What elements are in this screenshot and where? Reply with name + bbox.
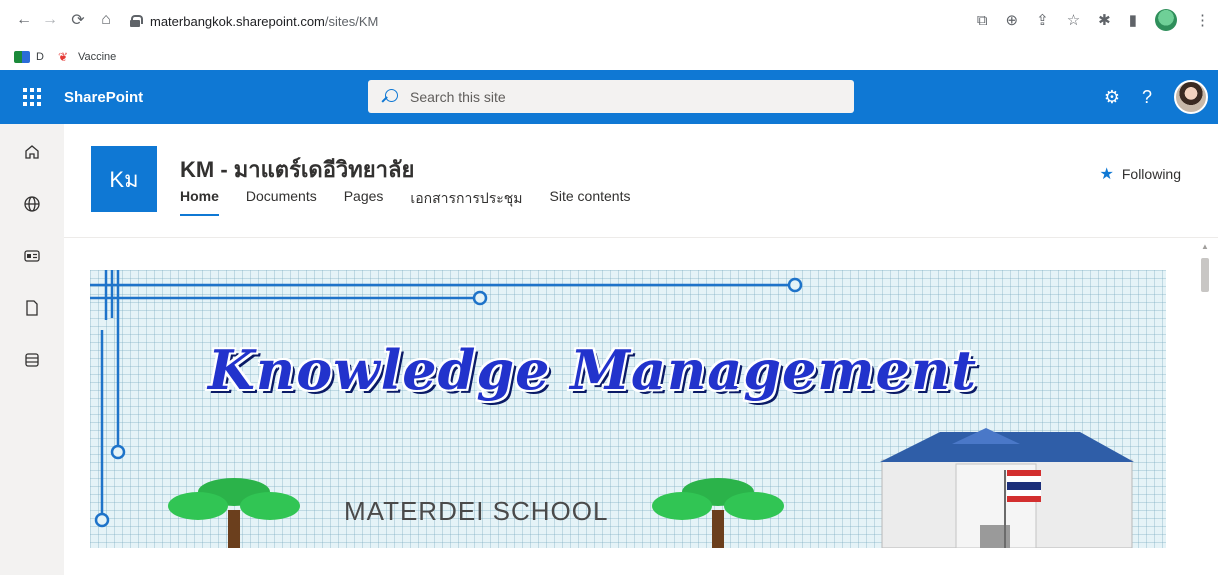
- extensions-icon[interactable]: ✱: [1098, 11, 1111, 29]
- school-building: [880, 428, 1134, 548]
- home-browser-icon[interactable]: ⌂: [94, 8, 118, 32]
- bookmark-vaccine[interactable]: ❦ Vaccine: [58, 51, 116, 63]
- search-placeholder: Search this site: [410, 88, 506, 105]
- url-text: materbangkok.sharepoint.com/sites/KM: [150, 13, 379, 29]
- site-logo[interactable]: Kม: [91, 146, 157, 212]
- address-bar[interactable]: materbangkok.sharepoint.com/sites/KM: [130, 9, 960, 33]
- suite-bar: SharePoint Search this site ⚙ ?: [0, 70, 1218, 124]
- globe-icon[interactable]: [16, 190, 48, 218]
- list-icon[interactable]: [16, 346, 48, 374]
- side-panel-icon[interactable]: ▮: [1129, 11, 1137, 29]
- browser-toolbar: ← → ⟳ ⌂ materbangkok.sharepoint.com/site…: [0, 0, 1218, 44]
- tree-right: [652, 478, 784, 548]
- sharepoint-brand-link[interactable]: SharePoint: [64, 89, 143, 106]
- banner-heading: Knowledge Management: [208, 338, 978, 402]
- zoom-icon[interactable]: ⊕: [1006, 11, 1019, 29]
- nav-meeting-documents[interactable]: เอกสารการประชุม: [410, 188, 522, 216]
- browser-actions: ⧉ ⊕ ⇪ ☆ ✱ ▮ ⋮: [977, 8, 1210, 32]
- suite-actions: ⚙ ?: [1104, 70, 1208, 124]
- banner-subheading: MATERDEI SCHOOL: [344, 496, 609, 526]
- km-banner-image: Knowledge Management MATERDEI SCHOOL: [90, 270, 1166, 548]
- following-label: Following: [1121, 166, 1181, 182]
- banner-circuit-lines: [90, 270, 1134, 548]
- home-icon[interactable]: [16, 138, 48, 166]
- bookmark-vaccine-label: Vaccine: [77, 51, 117, 63]
- star-filled-icon: ★: [1099, 166, 1114, 183]
- site-navigation: Home Documents Pages เอกสารการประชุม Sit…: [180, 188, 630, 216]
- sharepoint-app-bar: [0, 124, 64, 575]
- site-title[interactable]: KM - มาแตร์เดอีวิทยาลัย: [180, 152, 414, 187]
- translate-icon[interactable]: ⧉: [977, 12, 988, 29]
- vaccine-icon: ❦: [57, 50, 69, 64]
- nav-site-contents[interactable]: Site contents: [550, 188, 631, 216]
- tree-left: [168, 478, 300, 548]
- page-canvas: Knowledge Management MATERDEI SCHOOL ▲: [64, 238, 1218, 575]
- file-icon[interactable]: [16, 294, 48, 322]
- settings-gear-icon[interactable]: ⚙: [1104, 87, 1120, 108]
- site-header: Kม KM - มาแตร์เดอีวิทยาลัย Home Document…: [64, 124, 1218, 238]
- site-search-box[interactable]: Search this site: [368, 80, 854, 113]
- bookmark-d-icon: [14, 51, 30, 63]
- app-launcher-button[interactable]: [0, 70, 64, 124]
- vertical-scrollbar[interactable]: ▲: [1200, 242, 1210, 575]
- account-avatar[interactable]: [1174, 80, 1208, 114]
- waffle-icon: [23, 88, 41, 106]
- search-icon: [382, 88, 398, 105]
- nav-pages[interactable]: Pages: [344, 188, 384, 216]
- nav-home[interactable]: Home: [180, 188, 219, 216]
- lock-icon: [130, 15, 143, 27]
- scroll-up-icon[interactable]: ▲: [1201, 242, 1209, 251]
- bookmark-d[interactable]: D: [14, 51, 44, 63]
- help-icon[interactable]: ?: [1142, 87, 1152, 108]
- share-icon[interactable]: ⇪: [1036, 11, 1049, 29]
- bookmarks-bar: D ❦ Vaccine: [0, 44, 1218, 70]
- back-icon[interactable]: ←: [12, 8, 36, 32]
- scroll-thumb[interactable]: [1201, 258, 1209, 292]
- following-button[interactable]: ★ Following: [1100, 164, 1181, 184]
- forward-icon[interactable]: →: [38, 8, 62, 32]
- news-icon[interactable]: [16, 242, 48, 270]
- menu-kebab-icon[interactable]: ⋮: [1195, 11, 1210, 29]
- bookmark-d-label: D: [36, 51, 44, 63]
- nav-documents[interactable]: Documents: [246, 188, 317, 216]
- reload-icon[interactable]: ⟳: [66, 8, 90, 32]
- profile-avatar[interactable]: [1155, 9, 1177, 31]
- bookmark-star-icon[interactable]: ☆: [1067, 11, 1080, 29]
